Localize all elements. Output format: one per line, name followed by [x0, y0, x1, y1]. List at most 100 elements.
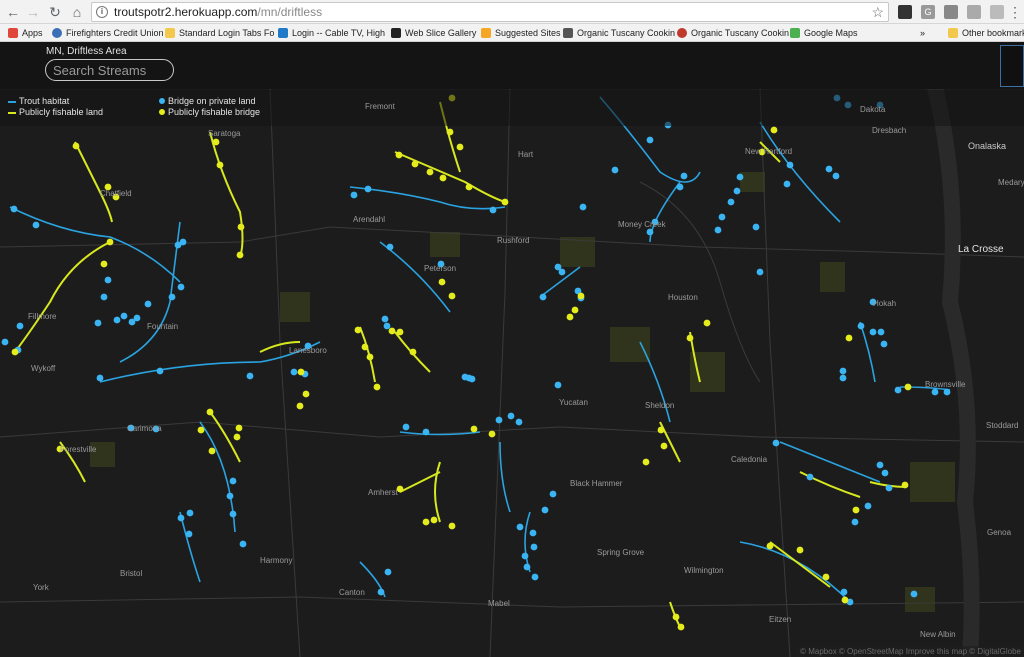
bridge-private-marker[interactable] [680, 172, 688, 180]
bridge-private-marker[interactable] [554, 381, 562, 389]
bridge-private-marker[interactable] [156, 367, 164, 375]
bridge-private-marker[interactable] [530, 543, 538, 551]
bridge-public-marker[interactable] [488, 430, 496, 438]
bookmark-other[interactable]: Other bookmarks [948, 26, 1024, 40]
forward-icon[interactable]: → [24, 3, 42, 21]
bridge-private-marker[interactable] [877, 328, 885, 336]
bridge-private-marker[interactable] [521, 552, 529, 560]
bookmark-google-maps[interactable]: Google Maps [790, 26, 858, 40]
bridge-public-marker[interactable] [642, 458, 650, 466]
bridge-private-marker[interactable] [384, 568, 392, 576]
bridge-private-marker[interactable] [676, 183, 684, 191]
bridge-public-marker[interactable] [438, 278, 446, 286]
bridge-private-marker[interactable] [507, 412, 515, 420]
bridge-public-marker[interactable] [439, 174, 447, 182]
bridge-private-marker[interactable] [529, 529, 537, 537]
star-icon[interactable]: ☆ [871, 4, 884, 21]
bridge-public-marker[interactable] [852, 506, 860, 514]
bridge-private-marker[interactable] [646, 228, 654, 236]
bridge-private-marker[interactable] [94, 319, 102, 327]
bridge-private-marker[interactable] [943, 388, 951, 396]
bridge-public-marker[interactable] [235, 424, 243, 432]
bridge-private-marker[interactable] [531, 573, 539, 581]
bridge-private-marker[interactable] [383, 322, 391, 330]
bridge-public-marker[interactable] [566, 313, 574, 321]
bridge-private-marker[interactable] [772, 439, 780, 447]
bridge-public-marker[interactable] [841, 596, 849, 604]
bridge-private-marker[interactable] [144, 300, 152, 308]
bridge-public-marker[interactable] [395, 151, 403, 159]
bridge-private-marker[interactable] [422, 428, 430, 436]
bridge-public-marker[interactable] [822, 573, 830, 581]
bridge-private-marker[interactable] [806, 473, 814, 481]
bridge-private-marker[interactable] [611, 166, 619, 174]
extension-shield-icon[interactable] [898, 5, 912, 19]
bridge-private-marker[interactable] [515, 418, 523, 426]
bookmark-suggested[interactable]: Suggested Sites [481, 26, 561, 40]
bookmark-tuscany-2[interactable]: Organic Tuscany Cookin [677, 26, 789, 40]
bridge-public-marker[interactable] [302, 390, 310, 398]
bridge-private-marker[interactable] [733, 187, 741, 195]
bridge-private-marker[interactable] [894, 386, 902, 394]
bridge-private-marker[interactable] [736, 173, 744, 181]
bridge-private-marker[interactable] [756, 268, 764, 276]
bridge-public-marker[interactable] [212, 138, 220, 146]
bridge-private-marker[interactable] [539, 293, 547, 301]
bridge-private-marker[interactable] [468, 375, 476, 383]
bookmark-login-cable[interactable]: Login -- Cable TV, High [278, 26, 385, 40]
bridge-private-marker[interactable] [239, 540, 247, 548]
bridge-public-marker[interactable] [904, 383, 912, 391]
bookmark-apps[interactable]: Apps [8, 26, 43, 40]
bridge-public-marker[interactable] [577, 292, 585, 300]
bridge-private-marker[interactable] [869, 328, 877, 336]
bridge-public-marker[interactable] [660, 442, 668, 450]
bridge-public-marker[interactable] [361, 343, 369, 351]
bridge-public-marker[interactable] [657, 426, 665, 434]
bridge-private-marker[interactable] [864, 502, 872, 510]
bridge-public-marker[interactable] [216, 161, 224, 169]
bridge-private-marker[interactable] [839, 374, 847, 382]
bridge-private-marker[interactable] [876, 461, 884, 469]
bridge-private-marker[interactable] [364, 185, 372, 193]
bridge-private-marker[interactable] [377, 588, 385, 596]
bridge-private-marker[interactable] [881, 469, 889, 477]
bridge-public-marker[interactable] [448, 522, 456, 530]
bridge-private-marker[interactable] [783, 180, 791, 188]
bridge-private-marker[interactable] [350, 191, 358, 199]
bridge-private-marker[interactable] [179, 238, 187, 246]
map-canvas[interactable] [0, 42, 1024, 657]
bridge-public-marker[interactable] [672, 613, 680, 621]
bridge-private-marker[interactable] [133, 314, 141, 322]
bridge-public-marker[interactable] [501, 198, 509, 206]
bridge-private-marker[interactable] [752, 223, 760, 231]
address-bar[interactable]: i troutspotr2.herokuapp.com/mn/driftless… [91, 2, 889, 22]
info-icon[interactable]: i [96, 6, 108, 18]
bridge-public-marker[interactable] [233, 433, 241, 441]
bridge-private-marker[interactable] [549, 490, 557, 498]
bridge-public-marker[interactable] [396, 328, 404, 336]
bridge-private-marker[interactable] [839, 367, 847, 375]
bridge-private-marker[interactable] [120, 312, 128, 320]
bridge-private-marker[interactable] [168, 293, 176, 301]
bridge-private-marker[interactable] [727, 198, 735, 206]
bridge-private-marker[interactable] [714, 226, 722, 234]
bridge-public-marker[interactable] [409, 348, 417, 356]
bookmark-web-slice[interactable]: Web Slice Gallery [391, 26, 476, 40]
bridge-private-marker[interactable] [32, 221, 40, 229]
bridge-public-marker[interactable] [388, 327, 396, 335]
bridge-public-marker[interactable] [686, 334, 694, 342]
bridge-public-marker[interactable] [465, 183, 473, 191]
bridge-private-marker[interactable] [246, 372, 254, 380]
bridge-public-marker[interactable] [206, 408, 214, 416]
bridge-private-marker[interactable] [718, 213, 726, 221]
bridge-private-marker[interactable] [96, 374, 104, 382]
bridge-public-marker[interactable] [470, 425, 478, 433]
bookmarks-overflow[interactable]: » [920, 26, 925, 40]
bridge-private-marker[interactable] [16, 322, 24, 330]
bridge-private-marker[interactable] [516, 523, 524, 531]
menu-icon[interactable]: ⋮ [1006, 3, 1024, 21]
bridge-private-marker[interactable] [229, 510, 237, 518]
bridge-public-marker[interactable] [677, 623, 685, 631]
extension-box-icon[interactable] [967, 5, 981, 19]
bridge-private-marker[interactable] [489, 206, 497, 214]
